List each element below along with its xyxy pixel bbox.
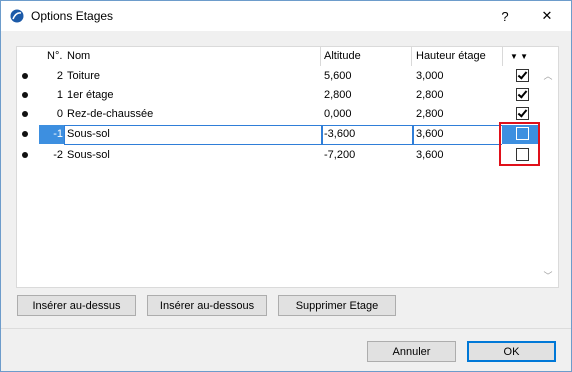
help-button[interactable]: ? (485, 1, 525, 31)
row-altitude[interactable]: -7,200 (324, 149, 355, 161)
table-row[interactable]: 1 1er étage 2,800 2,800 (17, 86, 539, 104)
row-number: 1 (56, 89, 63, 101)
row-bullet-icon (22, 131, 28, 137)
row-checkbox[interactable] (516, 88, 529, 101)
delete-story-button[interactable]: Supprimer Etage (278, 295, 396, 316)
row-name[interactable]: Toiture (67, 70, 100, 82)
insert-below-button[interactable]: Insérer au-dessous (147, 295, 267, 316)
row-altitude[interactable]: 0,000 (324, 108, 352, 120)
row-name[interactable]: Rez-de-chaussée (67, 108, 153, 120)
stories-table: N°. Nom Altitude Hauteur étage ▼ ▼ 2 Toi… (16, 46, 559, 288)
header-num[interactable]: N°. (47, 50, 62, 62)
divider (320, 47, 321, 66)
row-height[interactable]: 3,600 (416, 128, 444, 140)
row-bullet-icon (22, 92, 28, 98)
archicad-app-icon (10, 9, 24, 23)
row-number: 2 (56, 70, 63, 82)
header-height[interactable]: Hauteur étage (416, 50, 486, 62)
row-altitude[interactable]: -3,600 (324, 128, 355, 140)
row-number: 0 (56, 108, 63, 120)
ok-button[interactable]: OK (467, 341, 556, 362)
row-height[interactable]: 3,600 (416, 149, 444, 161)
divider (1, 328, 571, 329)
row-bullet-icon (22, 152, 28, 158)
divider (502, 47, 503, 66)
table-row[interactable]: 0 Rez-de-chaussée 0,000 2,800 (17, 105, 539, 123)
vertical-scrollbar[interactable]: ︿ ﹀ (539, 66, 557, 286)
row-height[interactable]: 2,800 (416, 89, 444, 101)
row-name[interactable]: 1er étage (67, 89, 113, 101)
row-altitude[interactable]: 5,600 (324, 70, 352, 82)
row-height[interactable]: 3,000 (416, 70, 444, 82)
insert-above-button[interactable]: Insérer au-dessus (17, 295, 136, 316)
header-altitude[interactable]: Altitude (324, 50, 361, 62)
table-header: N°. Nom Altitude Hauteur étage ▼ ▼ (17, 47, 558, 66)
options-etages-dialog: Options Etages ? ✕ N°. Nom Altitude Haut… (0, 0, 572, 372)
scroll-down-icon[interactable]: ﹀ (543, 269, 553, 281)
title-bar: Options Etages ? ✕ (1, 1, 571, 31)
row-number: -2 (53, 149, 63, 161)
row-bullet-icon (22, 73, 28, 79)
table-row-selected[interactable]: -1 Sous-sol -3,600 3,600 (17, 125, 539, 145)
row-number: -1 (53, 128, 63, 140)
row-height[interactable]: 2,800 (416, 108, 444, 120)
divider (411, 47, 412, 66)
table-row[interactable]: 2 Toiture 5,600 3,000 (17, 67, 539, 85)
row-name[interactable]: Sous-sol (67, 128, 110, 140)
row-checkbox[interactable] (516, 69, 529, 82)
row-name[interactable]: Sous-sol (67, 149, 110, 161)
cancel-button[interactable]: Annuler (367, 341, 456, 362)
scroll-up-icon[interactable]: ︿ (543, 69, 553, 81)
table-row[interactable]: -2 Sous-sol -7,200 3,600 (17, 146, 539, 164)
row-bullet-icon (22, 111, 28, 117)
close-button[interactable]: ✕ (527, 1, 567, 31)
dialog-title: Options Etages (31, 9, 114, 23)
checkbox-highlight-frame (499, 122, 540, 166)
row-altitude[interactable]: 2,800 (324, 89, 352, 101)
sort-arrows-icon[interactable]: ▼ ▼ (510, 52, 528, 61)
header-name[interactable]: Nom (67, 50, 90, 62)
row-checkbox[interactable] (516, 107, 529, 120)
